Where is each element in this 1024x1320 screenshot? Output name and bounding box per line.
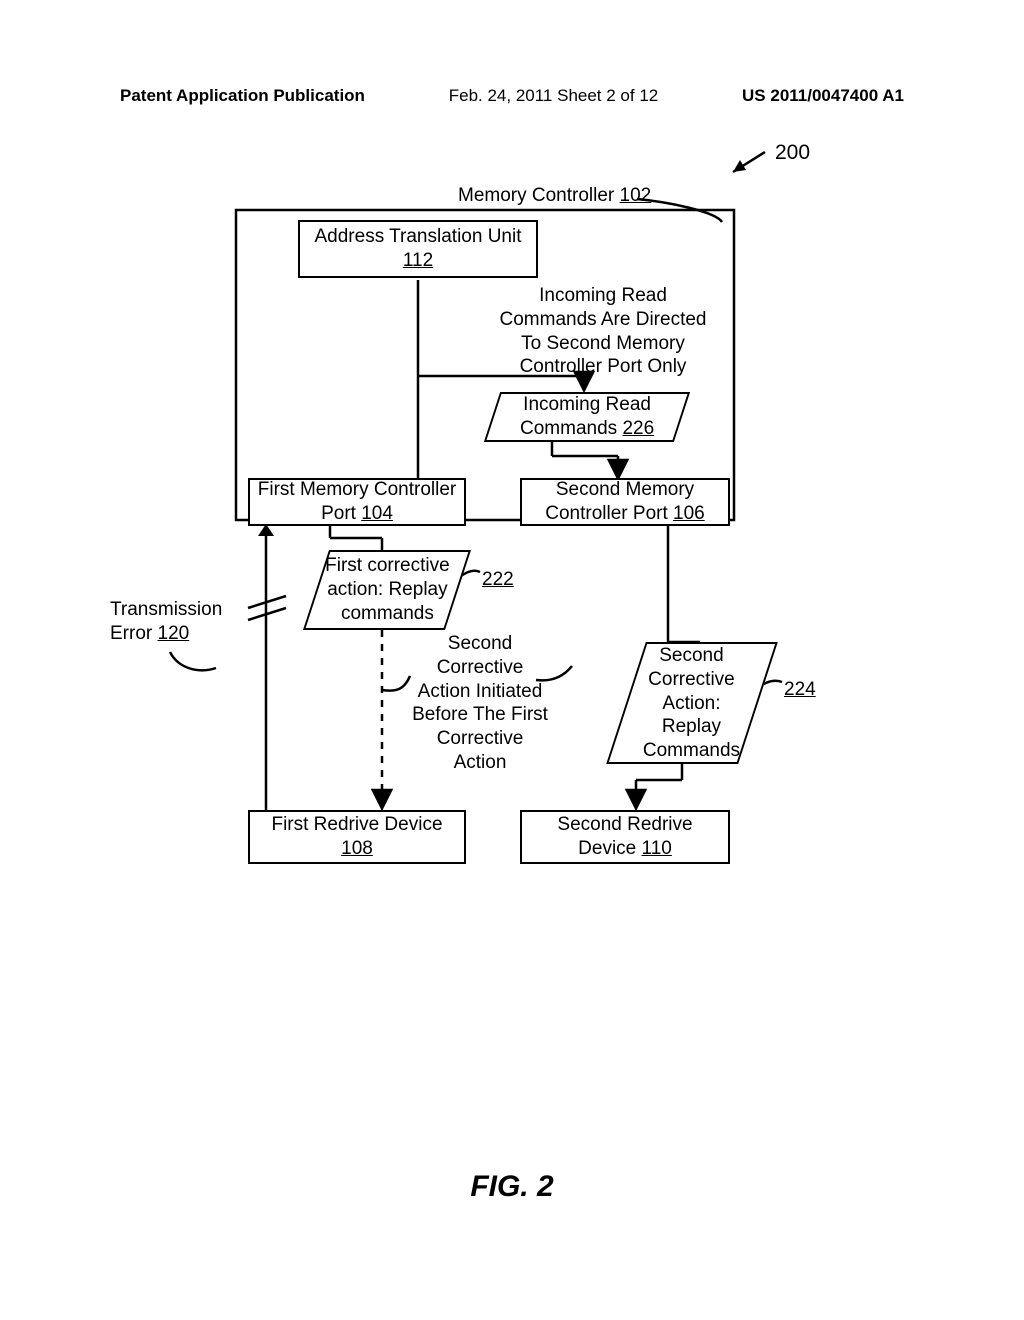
- atu-ref: 112: [403, 250, 433, 271]
- incoming-note: Incoming Read Commands Are Directed To S…: [488, 284, 718, 379]
- first-redrive-ref: 108: [341, 838, 373, 859]
- address-translation-unit-box: Address Translation Unit 112: [298, 220, 538, 278]
- header-right: US 2011/0047400 A1: [742, 86, 904, 106]
- trans-err-ref: 120: [158, 623, 190, 644]
- ref-200: 200: [775, 140, 810, 166]
- header-center: Feb. 24, 2011 Sheet 2 of 12: [449, 86, 659, 106]
- figure-caption: FIG. 2: [0, 1170, 1024, 1204]
- memory-controller-label: Memory Controller 102: [458, 184, 698, 208]
- second-corrective-text: Second Corrective Action: Replay Command…: [643, 644, 740, 763]
- second-port-ref: 106: [673, 503, 705, 524]
- second-redrive-device-box: Second Redrive Device 110: [520, 810, 730, 864]
- first-port-ref: 104: [361, 503, 393, 524]
- figure-area: 200 Memory Controller 102 Address Transl…: [0, 120, 1024, 1320]
- incoming-box-ref: 226: [622, 418, 654, 439]
- incoming-read-commands-box: Incoming Read Commands 226: [484, 392, 690, 442]
- second-redrive-ref: 110: [642, 838, 672, 859]
- first-corrective-text: First corrective action: Replay commands: [325, 554, 450, 625]
- header-left: Patent Application Publication: [120, 86, 365, 106]
- transmission-error-label: Transmission Error 120: [110, 598, 240, 646]
- first-redrive-text: First Redrive Device: [271, 814, 442, 835]
- ref-224: 224: [784, 678, 816, 702]
- first-corrective-action-box: First corrective action: Replay commands: [303, 550, 471, 630]
- page-header: Patent Application Publication Feb. 24, …: [0, 86, 1024, 106]
- ref-222: 222: [482, 568, 514, 592]
- second-port-text: Second Memory Controller Port: [545, 479, 694, 524]
- first-redrive-device-box: First Redrive Device 108: [248, 810, 466, 864]
- memory-controller-text: Memory Controller: [458, 185, 620, 206]
- second-corrective-action-box: Second Corrective Action: Replay Command…: [606, 642, 778, 764]
- first-port-text: First Memory Controller Port: [258, 479, 456, 524]
- memory-controller-ref: 102: [620, 185, 652, 206]
- second-memory-controller-port-box: Second Memory Controller Port 106: [520, 478, 730, 526]
- second-corrective-note: Second Corrective Action Initiated Befor…: [410, 632, 550, 775]
- atu-text: Address Translation Unit: [315, 226, 522, 247]
- first-memory-controller-port-box: First Memory Controller Port 104: [248, 478, 466, 526]
- second-redrive-text: Second Redrive Device: [557, 814, 692, 859]
